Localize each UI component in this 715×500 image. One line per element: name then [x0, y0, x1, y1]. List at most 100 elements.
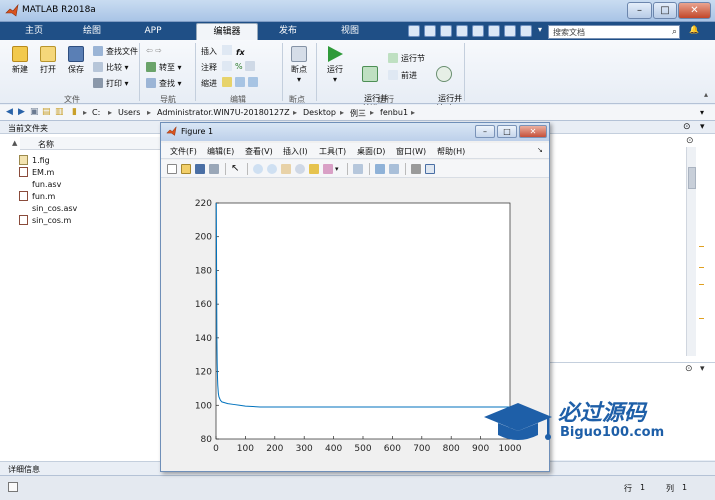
quick-undo-icon[interactable]	[472, 25, 484, 37]
quick-redo-icon[interactable]	[488, 25, 500, 37]
rotate-3d-icon[interactable]	[295, 164, 305, 174]
advance-button[interactable]: 前进	[388, 70, 417, 81]
crumb-example3[interactable]: 例三	[350, 108, 366, 119]
menu-file[interactable]: 文件(F)	[170, 146, 197, 157]
quick-copy-icon[interactable]	[440, 25, 452, 37]
code-analyzer-marker[interactable]	[699, 318, 704, 319]
compare-button[interactable]: 比较 ▾	[93, 62, 129, 73]
quick-save-icon[interactable]	[408, 25, 420, 37]
find-files-button[interactable]: 查找文件	[93, 46, 138, 57]
back-arrow-icon[interactable]: ◀	[6, 107, 13, 117]
new-button[interactable]: 新建	[6, 46, 34, 75]
close-button[interactable]: ✕	[678, 2, 711, 19]
crumb-desktop[interactable]: Desktop	[303, 108, 336, 117]
scrollbar-thumb[interactable]	[688, 167, 696, 189]
collapse-ribbon-icon[interactable]: ▴	[704, 90, 708, 99]
menu-edit[interactable]: 编辑(E)	[207, 146, 234, 157]
file-item[interactable]: fun.m	[19, 191, 55, 201]
figure-close-button[interactable]: ✕	[519, 125, 547, 138]
figure-maximize-button[interactable]: □	[497, 125, 517, 138]
open-file-icon[interactable]	[181, 164, 191, 174]
crumb-fenbu1[interactable]: fenbu1	[380, 108, 408, 117]
save-button[interactable]: 保存	[62, 46, 90, 75]
file-item[interactable]: sin_cos.asv	[19, 203, 77, 213]
menu-dock-arrow-icon[interactable]: ↘	[537, 146, 543, 154]
crumb-users[interactable]: Users	[118, 108, 140, 117]
breakpoints-button[interactable]: 断点 ▾	[286, 46, 312, 84]
new-figure-icon[interactable]	[167, 164, 177, 174]
tab-publish[interactable]: 发布	[262, 23, 314, 40]
run-section-button[interactable]: 运行节	[388, 53, 425, 64]
file-item[interactable]: 1.fig	[19, 155, 50, 165]
figure-titlebar[interactable]: Figure 1 – □ ✕	[161, 123, 549, 141]
fx-insert-function-icon[interactable]: fx	[222, 45, 245, 57]
menu-insert[interactable]: 插入(I)	[283, 146, 308, 157]
menu-desktop[interactable]: 桌面(D)	[357, 146, 385, 157]
quick-switch-window-icon[interactable]	[504, 25, 516, 37]
nav-back-forward[interactable]: ⇦ ⇨	[146, 46, 162, 55]
pan-hand-icon[interactable]	[281, 164, 291, 174]
link-plot-icon[interactable]	[353, 164, 363, 174]
menu-tools[interactable]: 工具(T)	[319, 146, 346, 157]
hide-plot-tools-icon[interactable]	[411, 164, 421, 174]
print-button[interactable]: 打印 ▾	[93, 78, 129, 89]
comment-percent-icon[interactable]: %	[222, 61, 258, 71]
panel-minimize-icon[interactable]: ▾	[700, 122, 705, 132]
menu-help[interactable]: 帮助(H)	[437, 146, 465, 157]
run-button[interactable]: 运行 ▾	[322, 46, 348, 84]
quick-paste-icon[interactable]	[456, 25, 468, 37]
data-cursor-icon[interactable]	[309, 164, 319, 174]
indent-button[interactable]: 缩进	[201, 78, 217, 89]
minimize-button[interactable]: –	[627, 2, 652, 19]
zoom-in-icon[interactable]	[253, 164, 263, 174]
tab-plots[interactable]: 绘图	[66, 23, 118, 40]
code-analyzer-marker[interactable]	[699, 267, 704, 268]
goto-button[interactable]: 转至 ▾	[146, 62, 182, 73]
up-folder-icon[interactable]: ▣	[30, 107, 39, 117]
select-arrow-icon[interactable]: ↖	[231, 164, 241, 174]
forward-arrow-icon[interactable]: ▶	[18, 107, 25, 117]
crumb-user-dir[interactable]: Administrator.WIN7U-20180127Z	[157, 108, 290, 117]
browse-folder-icon[interactable]: ▥	[55, 107, 64, 117]
tab-editor[interactable]: 编辑器	[196, 23, 258, 40]
quick-access-dropdown-icon[interactable]: ▾	[538, 25, 542, 34]
comment-button[interactable]: 注释	[201, 62, 217, 73]
insert-button[interactable]: 插入	[201, 46, 217, 57]
menu-window[interactable]: 窗口(W)	[396, 146, 426, 157]
code-analyzer-marker[interactable]	[699, 284, 704, 285]
show-plot-tools-icon[interactable]	[425, 164, 435, 174]
file-item[interactable]: fun.asv	[19, 179, 61, 189]
figure-minimize-button[interactable]: –	[475, 125, 495, 138]
find-button[interactable]: 查找 ▾	[146, 78, 182, 89]
panel-actions-icon[interactable]: ⊙	[685, 364, 693, 374]
notification-bell-icon[interactable]: 🔔	[689, 25, 699, 34]
tab-apps[interactable]: APP	[127, 23, 179, 40]
quick-cut-icon[interactable]	[424, 25, 436, 37]
search-icon[interactable]: ⌕	[672, 27, 677, 37]
indent-icons[interactable]	[222, 77, 261, 87]
brush-icon[interactable]	[323, 164, 333, 174]
panel-actions-icon[interactable]: ⊙	[683, 122, 691, 132]
panel-minimize-icon[interactable]: ▾	[700, 364, 705, 374]
address-dropdown-icon[interactable]: ▾	[700, 108, 704, 117]
file-item[interactable]: sin_cos.m	[19, 215, 71, 225]
brush-dropdown-icon[interactable]: ▾	[335, 164, 345, 174]
save-figure-icon[interactable]	[195, 164, 205, 174]
name-column-header[interactable]: ▲ 名称	[12, 137, 160, 150]
tab-home[interactable]: 主页	[8, 23, 60, 40]
open-button[interactable]: 打开	[34, 46, 62, 75]
maximize-button[interactable]: □	[653, 2, 677, 19]
crumb-drive[interactable]: C:	[92, 108, 100, 117]
help-icon[interactable]	[520, 25, 532, 37]
search-input[interactable]: 搜索文档 ⌕	[548, 25, 680, 39]
tab-view[interactable]: 视图	[324, 23, 376, 40]
folder-icon[interactable]: ▤	[42, 107, 51, 117]
legend-icon[interactable]	[389, 164, 399, 174]
editor-actions-icon[interactable]: ⊙	[686, 136, 694, 146]
print-figure-icon[interactable]	[209, 164, 219, 174]
colorbar-icon[interactable]	[375, 164, 385, 174]
menu-view[interactable]: 查看(V)	[245, 146, 273, 157]
zoom-out-icon[interactable]	[267, 164, 277, 174]
editor-scrollbar[interactable]	[686, 147, 696, 356]
file-item[interactable]: EM.m	[19, 167, 54, 177]
